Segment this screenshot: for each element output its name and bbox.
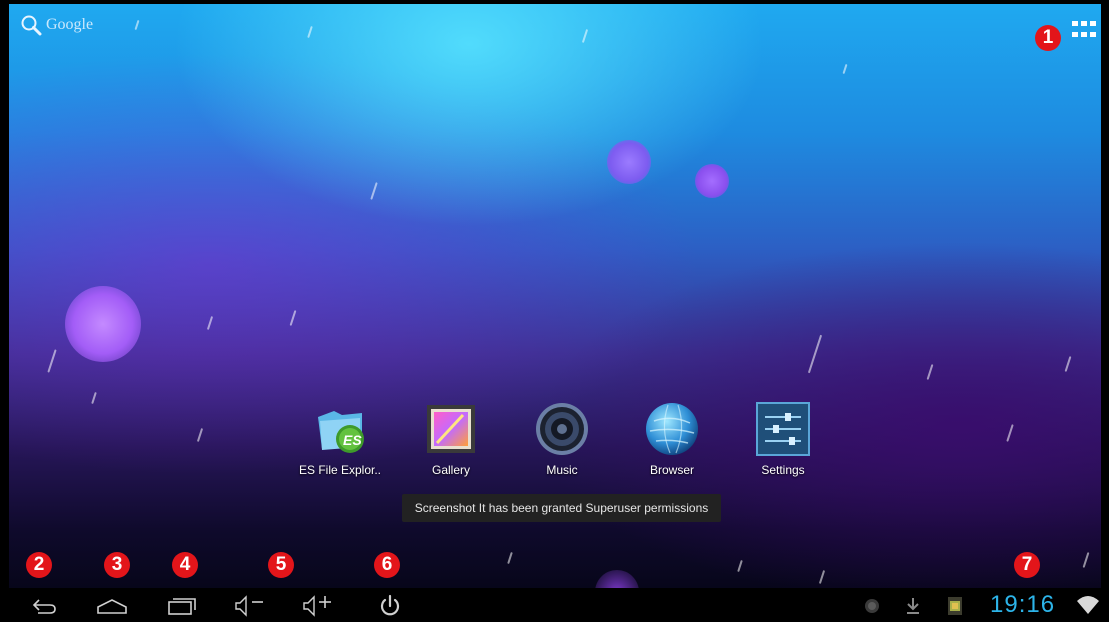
sliders-settings-icon [755, 401, 811, 457]
home-icon[interactable] [95, 594, 129, 618]
callout-badge-6: 6 [374, 552, 400, 578]
rain-streak [807, 334, 823, 374]
rain-streak [842, 63, 848, 75]
bokeh-light [607, 140, 651, 184]
app-label: Settings [761, 463, 805, 477]
volume-up-icon[interactable] [301, 594, 337, 618]
download-icon[interactable] [905, 596, 921, 621]
callout-badge-1: 1 [1035, 25, 1061, 51]
all-apps-grid-icon[interactable] [1072, 21, 1096, 39]
recent-apps-icon[interactable] [165, 594, 199, 618]
rain-streak [1064, 356, 1072, 372]
es-file-explorer-icon: ES [312, 401, 368, 457]
callout-badge-5: 5 [268, 552, 294, 578]
status-clock[interactable]: 19:16 [990, 591, 1055, 619]
android-tablet-screen: Google 1 2 3 4 5 6 7 ES ES File Explor.. [0, 0, 1109, 622]
search-label: Google [46, 16, 94, 33]
rain-streak [134, 19, 140, 31]
notification-dot-icon[interactable] [864, 598, 880, 619]
callout-badge-2: 2 [26, 552, 52, 578]
rain-streak [1082, 552, 1090, 568]
toast-message: Screenshot It has been granted Superuser… [402, 494, 721, 522]
svg-text:ES: ES [343, 432, 362, 448]
power-icon[interactable] [377, 594, 403, 618]
bokeh-light [595, 570, 639, 588]
rain-streak [289, 310, 297, 326]
rain-streak [206, 316, 214, 330]
wifi-icon[interactable] [1076, 594, 1100, 621]
volume-down-icon[interactable] [233, 594, 269, 618]
bokeh-light [65, 286, 141, 362]
rain-streak [47, 349, 57, 373]
back-icon[interactable] [30, 594, 58, 618]
rain-streak [507, 551, 513, 565]
gallery-icon [423, 401, 479, 457]
app-label: ES File Explor.. [298, 463, 382, 477]
rain-streak [926, 364, 934, 380]
callout-badge-7: 7 [1014, 552, 1040, 578]
bokeh-light [695, 164, 729, 198]
rain-streak [196, 428, 204, 442]
globe-icon [644, 401, 700, 457]
google-search-bar[interactable]: Google [20, 14, 93, 36]
app-gallery[interactable]: Gallery [406, 401, 496, 477]
search-icon [20, 14, 42, 36]
app-music[interactable]: Music [517, 401, 607, 477]
app-settings[interactable]: Settings [738, 401, 828, 477]
rain-streak [581, 29, 589, 43]
callout-badge-4: 4 [172, 552, 198, 578]
system-navigation-bar [9, 588, 1101, 622]
music-speaker-icon [534, 401, 590, 457]
app-label: Browser [649, 463, 694, 477]
app-browser[interactable]: Browser [627, 401, 717, 477]
app-label: Music [546, 463, 578, 477]
app-label: Gallery [431, 463, 470, 477]
rain-streak [1006, 424, 1014, 442]
rain-streak [818, 570, 826, 584]
callout-badge-3: 3 [104, 552, 130, 578]
sd-card-icon[interactable] [947, 596, 963, 621]
rain-streak [737, 559, 743, 573]
rain-streak [307, 25, 313, 39]
app-es-file-explorer[interactable]: ES ES File Explor.. [295, 401, 385, 477]
rain-streak [370, 182, 378, 200]
rain-streak [91, 391, 97, 405]
